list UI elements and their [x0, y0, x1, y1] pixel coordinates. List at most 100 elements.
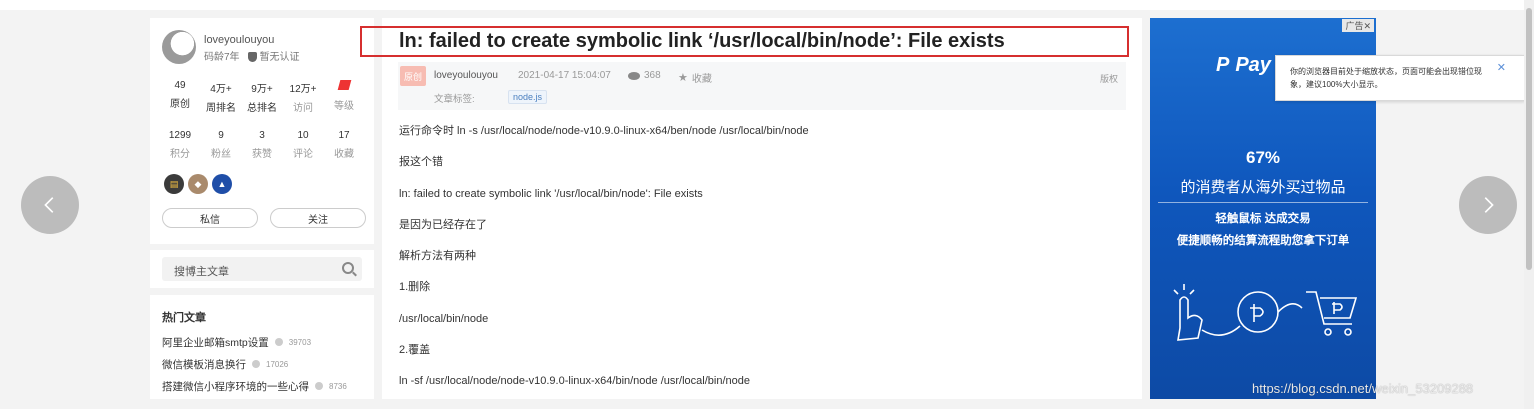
badge-icon[interactable]: ◆ [188, 174, 208, 194]
list-item[interactable]: 微信模板消息换行 17026 [162, 353, 347, 375]
avatar[interactable] [162, 30, 196, 64]
search-placeholder: 搜博主文章 [174, 266, 229, 278]
article: ln: failed to create symbolic link ‘/usr… [360, 18, 1142, 399]
paragraph: 报这个错 [399, 156, 443, 169]
page-title: ln: failed to create symbolic link ‘/usr… [399, 30, 1005, 52]
ad-close-button[interactable]: 广告✕ [1342, 19, 1374, 32]
ad-illustration-icon [1173, 284, 1358, 341]
stat-value: 17 [338, 130, 350, 141]
chevron-left-icon [44, 197, 54, 213]
tag-chip[interactable]: node.js [508, 90, 548, 104]
article-author[interactable]: loveyoulouyou [434, 70, 498, 81]
ad-brand: Pay [1235, 54, 1271, 76]
chevron-right-icon [1484, 197, 1494, 213]
stat-likes: 3 获赞 [244, 130, 280, 160]
search-icon[interactable] [342, 262, 354, 274]
ad-percent: 67% [1245, 148, 1281, 167]
ad-divider [1158, 202, 1368, 203]
stat-label: 访问 [293, 103, 313, 114]
hot-articles-title: 热门文章 [162, 312, 206, 324]
stat-favorites: 17 收藏 [326, 130, 362, 160]
hot-article-link[interactable]: 搭建微信小程序环境的一些心得 [162, 379, 309, 394]
author-meta: 码龄7年 暂无认证 [204, 48, 300, 63]
stat-value: 10 [297, 130, 309, 141]
paragraph: 1.删除 [399, 281, 431, 294]
ad-subline: 便捷顺畅的结算流程助您拿下订单 [1176, 235, 1350, 247]
paragraph: 2.覆盖 [399, 344, 431, 357]
stat-label: 获赞 [252, 149, 272, 160]
stat-label: 收藏 [334, 149, 354, 160]
ad-logo: P Pay [1216, 54, 1271, 77]
stat-visits: 12万+ 访问 [285, 80, 321, 114]
stat-label: 周排名 [206, 103, 236, 114]
stat-value: 4万+ [210, 84, 232, 95]
stats-row-secondary: 1299 积分 9 粉丝 3 获赞 10 评论 17 收藏 [162, 130, 362, 160]
stat-comments: 10 评论 [285, 130, 321, 160]
list-item[interactable]: 搭建微信小程序环境的一些心得 8736 [162, 375, 347, 397]
stat-value: 12万+ [289, 84, 317, 95]
ad-subline: 轻触鼠标 达成交易 [1215, 213, 1311, 225]
view-count: 17026 [266, 359, 289, 369]
blog-search: 搜博主文章 [150, 250, 374, 288]
hot-article-link[interactable]: 微信模板消息换行 [162, 357, 246, 372]
stat-value: 9 [218, 130, 224, 141]
message-button[interactable]: 私信 [162, 208, 258, 228]
follow-button[interactable]: 关注 [270, 208, 366, 228]
rocket-badge-icon[interactable]: ▲ [212, 174, 232, 194]
stat-value: 3 [259, 130, 265, 141]
stat-label: 粉丝 [211, 149, 231, 160]
author-years: 码龄7年 [204, 52, 240, 63]
ad-headline: 的消费者从海外买过物品 [1180, 179, 1346, 196]
stat-original[interactable]: 49 原创 [162, 80, 198, 114]
shield-icon [247, 52, 257, 63]
next-button[interactable] [1459, 176, 1517, 234]
eye-icon [315, 382, 323, 390]
page-frame: loveyoulouyou 码龄7年 暂无认证 49 原创 4万+ 周排名 9万+ 总… [0, 0, 1534, 409]
view-count: 39703 [288, 337, 312, 347]
publish-time: 2021-04-17 15:04:07 [518, 70, 611, 81]
eye-icon [274, 338, 283, 346]
author-card: loveyoulouyou 码龄7年 暂无认证 49 原创 4万+ 周排名 9万+ 总… [150, 18, 374, 244]
scrollbar-thumb[interactable] [1526, 8, 1532, 270]
eye-icon [628, 71, 640, 80]
stat-label: 等级 [334, 101, 354, 112]
favorite-label: 收藏 [691, 74, 712, 85]
stat-level[interactable]: 等级 [326, 80, 362, 114]
copyright-link[interactable]: 版权 [1100, 72, 1118, 85]
previous-button[interactable] [21, 176, 79, 234]
zoom-warning-tooltip: 你的浏览器目前处于缩放状态，页面可能会出现错位现象，建议100%大小显示。 ✕ [1275, 55, 1525, 101]
search-input[interactable]: 搜博主文章 [162, 257, 362, 281]
article-meta: 原创 loveyoulouyou 2021-04-17 15:04:07 368… [398, 62, 1126, 110]
hot-article-list: 阿里企业邮箱smtp设置 39703 微信模板消息换行 17026 搭建微信小程序环… [162, 331, 347, 397]
article-content: 运行命令时 ln -s /usr/local/node/node-v10.9.0… [399, 124, 809, 406]
badge-icon[interactable]: ▤ [164, 174, 184, 194]
original-badge: 原创 [400, 66, 426, 86]
paragraph: ln -sf /usr/local/node/node-v10.9.0-linu… [399, 375, 750, 388]
stat-value: 1299 [168, 130, 192, 141]
stat-total-rank[interactable]: 9万+ 总排名 [244, 80, 280, 114]
stat-label: 积分 [170, 149, 190, 160]
paragraph: 运行命令时 ln -s /usr/local/node/node-v10.9.0… [399, 125, 809, 137]
close-icon[interactable]: ✕ [1497, 61, 1506, 74]
paragraph: /usr/local/bin/node [399, 312, 489, 325]
stat-fans: 9 粉丝 [203, 130, 239, 160]
badge-list: ▤ ◆ ▲ [164, 174, 232, 194]
certification: 暂无认证 [247, 48, 300, 63]
favorite-button[interactable]: ★ 收藏 [678, 70, 712, 85]
stats-row-primary: 49 原创 4万+ 周排名 9万+ 总排名 12万+ 访问 等级 [162, 80, 362, 114]
certification-label: 暂无认证 [259, 52, 300, 63]
view-count: 8736 [329, 381, 347, 391]
tag-label: 文章标签: [434, 94, 475, 105]
view-count: 368 [644, 70, 661, 81]
stat-label: 评论 [293, 149, 313, 160]
author-name[interactable]: loveyoulouyou [204, 34, 274, 46]
stat-value: 49 [174, 80, 186, 91]
list-item[interactable]: 阿里企业邮箱smtp设置 39703 [162, 331, 347, 353]
eye-icon [252, 360, 260, 368]
hot-article-link[interactable]: 阿里企业邮箱smtp设置 [162, 335, 269, 350]
stat-value: 9万+ [251, 84, 273, 95]
view-counter: 368 [628, 70, 661, 81]
stat-week-rank[interactable]: 4万+ 周排名 [203, 80, 239, 114]
stat-value [326, 80, 362, 93]
paypal-logo-icon: P [1216, 54, 1230, 76]
